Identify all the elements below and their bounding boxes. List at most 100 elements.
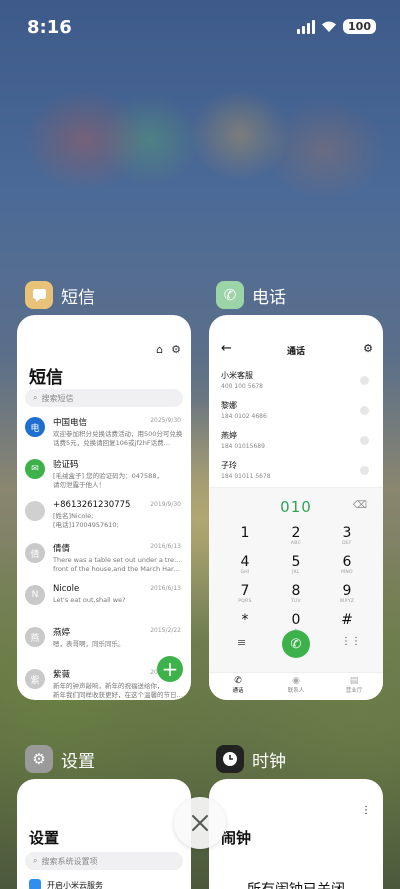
tab-label: 营业厅: [345, 688, 363, 694]
menu-icon[interactable]: ≡: [237, 636, 246, 649]
settings-app-icon: ⚙: [25, 745, 53, 773]
sms-app-icon: [25, 281, 53, 309]
dial-key[interactable]: 3 DEF: [327, 526, 367, 547]
sms-preview-line2: 话费5元，兑换请回复106或jf2hF话费…: [53, 439, 171, 447]
dial-key-digit: 7: [240, 583, 250, 599]
phone-tab[interactable]: ✆ 通话: [209, 673, 267, 700]
dial-key-digit: 4: [240, 554, 250, 570]
dial-key[interactable]: #: [327, 613, 367, 628]
dial-key-letters: WXYZ: [339, 599, 355, 604]
sms-list-item[interactable]: 倩倩倩 2016/6/13 There was a table set out un…: [25, 541, 183, 583]
clock-title: 闹钟: [221, 829, 252, 847]
clock-app-icon: [216, 745, 244, 773]
dial-key[interactable]: 1: [225, 526, 265, 541]
recent-call-item[interactable]: 燕婷 184 01015689: [221, 430, 373, 452]
sms-sender: 验证码: [53, 460, 79, 470]
app-label-settings: 设置: [61, 751, 95, 772]
dial-key[interactable]: 9 WXYZ: [327, 584, 367, 605]
sms-preview: [毛绒盒子] 您的验证码为：047588，: [53, 472, 163, 480]
gear-icon[interactable]: ⚙: [363, 342, 373, 355]
info-icon[interactable]: [360, 406, 369, 415]
new-message-button[interactable]: +: [157, 656, 183, 682]
sms-title: 短信: [29, 368, 63, 388]
dial-key-digit: #: [341, 612, 353, 628]
sms-date: 2016/6/13: [150, 585, 181, 592]
contact-avatar: [25, 501, 45, 521]
contact-number: 184 0102 4686: [221, 413, 267, 420]
settings-search-placeholder: 搜索系统设置项: [41, 856, 98, 866]
dial-key-digit: *: [241, 612, 249, 628]
info-icon[interactable]: [360, 466, 369, 475]
recent-call-item[interactable]: 子玲 184 01011 5678: [221, 460, 373, 482]
app-header-phone[interactable]: ✆ 电话: [216, 281, 286, 309]
app-header-sms[interactable]: 短信: [25, 281, 95, 309]
recent-call-item[interactable]: 黎娜 184 0102 4686: [221, 400, 373, 422]
dial-key-letters: PQRS: [238, 599, 252, 604]
dial-key[interactable]: 6 MNO: [327, 555, 367, 576]
clock-card[interactable]: ⋮ 闹钟 所有闹钟已关闭: [209, 779, 383, 889]
sms-card[interactable]: ⌂ ⚙ 短信 ⌕ 搜索短信 电中国电信 2025/9/30 欢迎参加积分兑换话费活动…: [17, 315, 191, 700]
sms-list-item[interactable]: +8613261230775 2019/9/30 [姓名]Nicole; [电话]17…: [25, 499, 183, 541]
phone-card[interactable]: ← 通话 ⚙ 小米客服 400 100 5678 黎娜 184 0102 4686 燕婷…: [209, 315, 383, 700]
contact-avatar: 紫: [25, 669, 45, 689]
tab-label: 联系人: [287, 688, 305, 694]
call-button[interactable]: ✆: [282, 630, 310, 658]
dial-key[interactable]: 4 GHI: [225, 554, 265, 576]
phone-title: 通话: [286, 347, 305, 357]
gear-icon[interactable]: ⚙: [171, 343, 181, 356]
dial-key[interactable]: *: [225, 613, 265, 628]
contact-avatar: 燕: [25, 627, 45, 647]
dial-key-letters: JKL: [292, 570, 300, 575]
dial-key-letters: DEF: [342, 541, 352, 546]
dial-key-letters: GHI: [240, 570, 250, 575]
backspace-icon[interactable]: ⌫: [353, 500, 367, 511]
sms-preview-line2: front of the house,and the March Hare an: [53, 565, 183, 573]
clear-all-button[interactable]: [174, 797, 226, 849]
recent-call-item[interactable]: 小米客服 400 100 5678: [221, 370, 373, 392]
contact-avatar: 电: [25, 417, 45, 437]
settings-title: 设置: [29, 829, 60, 847]
tab-icon: ◉: [292, 676, 300, 686]
sms-list-item[interactable]: N Nicole 2016/6/13 Let's eat out,shall we?: [25, 583, 183, 625]
search-icon: ⌕: [33, 393, 38, 402]
app-header-settings[interactable]: ⚙ 设置: [25, 745, 95, 773]
sms-list: 电中国电信 2025/9/30 欢迎参加积分兑换话费活动，用500分可兑换 话费5元，…: [25, 415, 183, 700]
app-header-clock[interactable]: 时钟: [216, 745, 286, 773]
contact-name: 小米客服: [221, 371, 253, 380]
phone-tab[interactable]: ▤ 营业厅: [325, 673, 383, 700]
settings-search-input[interactable]: ⌕ 搜索系统设置项: [25, 852, 183, 870]
cloud-icon: [29, 879, 41, 889]
sms-list-item[interactable]: ✉ 验证码 [毛绒盒子] 您的验证码为：047588， 请勿泄露于他人！: [25, 457, 183, 499]
dial-key-digit: 1: [240, 525, 250, 541]
wifi-icon: [322, 21, 337, 32]
contact-number: 184 01011 5678: [221, 473, 271, 480]
sms-preview: 新年的钟声敲响，新年的祝福送给你，: [53, 682, 164, 690]
phone-tab[interactable]: ◉ 联系人: [267, 673, 325, 700]
sms-preview-line2: 新年我们同样收获更好，在这个温馨的节日…: [53, 691, 183, 699]
settings-item[interactable]: 开启小米云服务: [29, 879, 103, 889]
tab-icon: ✆: [234, 676, 242, 686]
dial-key-letters: TUV: [290, 599, 302, 604]
dial-key[interactable]: 7 PQRS: [225, 583, 265, 605]
dial-key[interactable]: 5 JKL: [276, 554, 316, 576]
broom-icon[interactable]: ⌂: [156, 343, 163, 356]
settings-card[interactable]: 设置 ⌕ 搜索系统设置项 开启小米云服务: [17, 779, 191, 889]
signal-icon: [297, 19, 316, 34]
status-icons: 100: [297, 19, 376, 34]
dial-key[interactable]: 2 ABC: [276, 525, 316, 547]
dial-key-digit: 0: [291, 612, 301, 628]
status-time: 8:16: [27, 17, 72, 38]
dialpad-toggle-icon[interactable]: ⋮⋮: [341, 636, 361, 647]
info-icon[interactable]: [360, 376, 369, 385]
dial-key-digit: 2: [291, 525, 301, 541]
sms-preview: 欢迎参加积分兑换话费活动，用500分可兑换: [53, 430, 183, 438]
sms-preview: There was a table set out under a tree i…: [53, 556, 183, 564]
tab-label: 通话: [232, 688, 244, 694]
dial-key-digit: 5: [291, 554, 301, 570]
dial-key[interactable]: 8 TUV: [276, 584, 316, 605]
more-icon[interactable]: ⋮: [361, 805, 371, 816]
info-icon[interactable]: [360, 436, 369, 445]
sms-list-item[interactable]: 电中国电信 2025/9/30 欢迎参加积分兑换话费活动，用500分可兑换 话费5元，…: [25, 415, 183, 457]
sms-date: 2025/9/30: [150, 417, 181, 424]
sms-search-input[interactable]: ⌕ 搜索短信: [25, 389, 183, 407]
